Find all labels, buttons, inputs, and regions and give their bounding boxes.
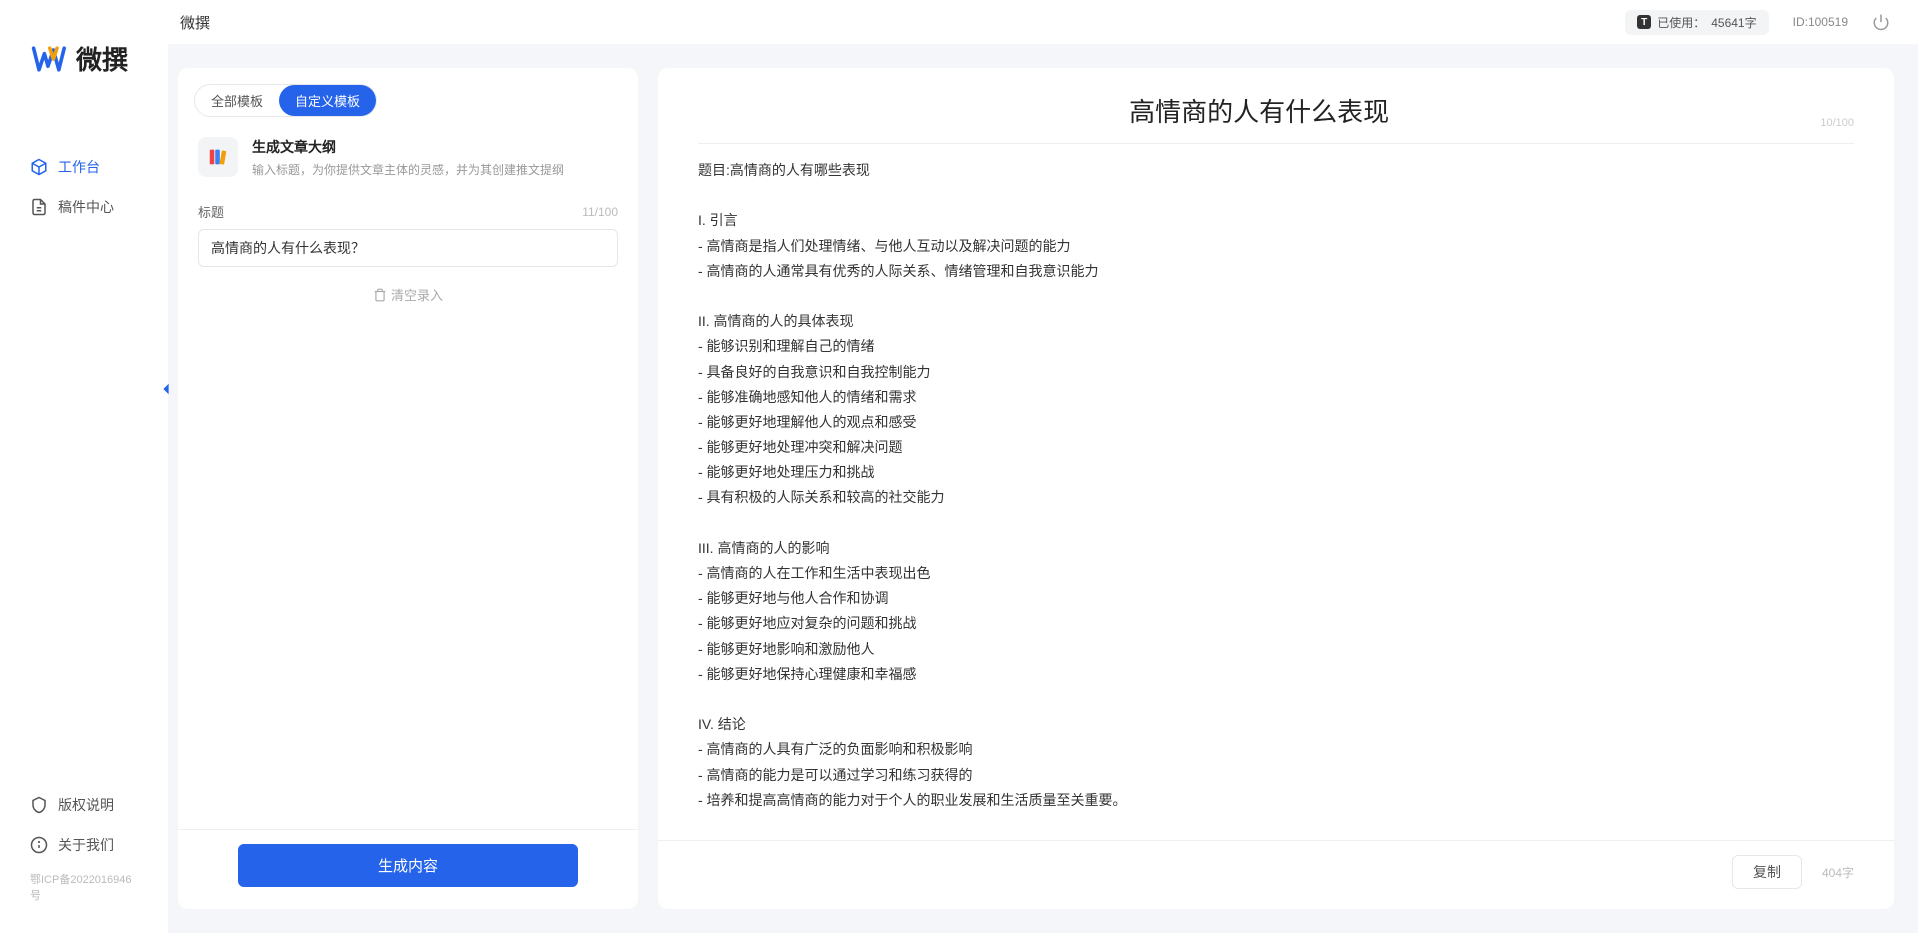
topbar-right: T 已使用： 45641字 ID:100519 bbox=[1625, 10, 1890, 35]
nav-label: 工作台 bbox=[58, 157, 100, 177]
generate-button[interactable]: 生成内容 bbox=[238, 844, 578, 887]
nav-drafts[interactable]: 稿件中心 bbox=[0, 187, 168, 227]
sidebar: 微撰 工作台 稿件中心 版权说明 关于我们 鄂ICP备2022016946号 bbox=[0, 0, 168, 933]
right-panel: 高情商的人有什么表现 10/100 题目:高情商的人有哪些表现 I. 引言 - … bbox=[658, 68, 1894, 909]
logo: 微撰 bbox=[0, 0, 168, 87]
generate-footer: 生成内容 bbox=[178, 829, 638, 909]
output-word-count: 404字 bbox=[1822, 864, 1854, 881]
nav-label: 关于我们 bbox=[58, 835, 114, 855]
tab-all-templates[interactable]: 全部模板 bbox=[195, 85, 279, 116]
clear-label: 清空录入 bbox=[391, 285, 443, 304]
title-char-count: 11/100 bbox=[582, 205, 618, 219]
title-input[interactable] bbox=[198, 229, 618, 267]
template-title: 生成文章大纲 bbox=[252, 137, 564, 157]
nav-main: 工作台 稿件中心 bbox=[0, 147, 168, 785]
icp-text: 鄂ICP备2022016946号 bbox=[0, 865, 168, 913]
cube-icon bbox=[30, 158, 48, 176]
t-icon: T bbox=[1637, 15, 1651, 29]
trash-icon bbox=[373, 288, 387, 302]
info-icon bbox=[30, 836, 48, 854]
nav-label: 版权说明 bbox=[58, 795, 114, 815]
usage-badge[interactable]: T 已使用： 45641字 bbox=[1625, 10, 1768, 35]
title-field-section: 标题 11/100 清空录入 bbox=[178, 188, 638, 318]
title-label: 标题 bbox=[198, 202, 224, 221]
main: 全部模板 自定义模板 生成文章大纲 输入标题，为你提供文章主体的灵感，并为其创建… bbox=[168, 44, 1918, 933]
left-panel: 全部模板 自定义模板 生成文章大纲 输入标题，为你提供文章主体的灵感，并为其创建… bbox=[178, 68, 638, 909]
nav-label: 稿件中心 bbox=[58, 197, 114, 217]
output-header: 高情商的人有什么表现 10/100 bbox=[658, 68, 1894, 137]
output-title: 高情商的人有什么表现 bbox=[698, 92, 1820, 129]
template-card: 生成文章大纲 输入标题，为你提供文章主体的灵感，并为其创建推文提纲 bbox=[178, 117, 638, 188]
topbar: 微撰 T 已使用： 45641字 ID:100519 bbox=[168, 0, 1918, 44]
template-desc: 输入标题，为你提供文章主体的灵感，并为其创建推文提纲 bbox=[252, 161, 564, 178]
logo-text: 微撰 bbox=[76, 40, 128, 77]
copy-button[interactable]: 复制 bbox=[1732, 855, 1802, 889]
sidebar-collapse-handle[interactable] bbox=[159, 374, 173, 404]
output-content[interactable]: 题目:高情商的人有哪些表现 I. 引言 - 高情商是指人们处理情绪、与他人互动以… bbox=[658, 144, 1894, 840]
logo-icon bbox=[30, 41, 66, 77]
template-tabs: 全部模板 自定义模板 bbox=[178, 68, 638, 117]
nav-workbench[interactable]: 工作台 bbox=[0, 147, 168, 187]
usage-value: 45641字 bbox=[1711, 14, 1756, 31]
nav-about[interactable]: 关于我们 bbox=[0, 825, 168, 865]
page-title: 微撰 bbox=[180, 12, 210, 33]
usage-prefix: 已使用： bbox=[1657, 14, 1705, 31]
nav-bottom: 版权说明 关于我们 鄂ICP备2022016946号 bbox=[0, 785, 168, 933]
output-title-count: 10/100 bbox=[1820, 117, 1854, 129]
document-icon bbox=[30, 198, 48, 216]
output-footer: 复制 404字 bbox=[658, 840, 1894, 909]
power-icon[interactable] bbox=[1872, 13, 1890, 31]
clear-input-button[interactable]: 清空录入 bbox=[198, 285, 618, 304]
shield-icon bbox=[30, 796, 48, 814]
tab-custom-templates[interactable]: 自定义模板 bbox=[279, 85, 376, 116]
books-icon bbox=[198, 137, 238, 177]
user-id: ID:100519 bbox=[1793, 15, 1848, 29]
nav-copyright[interactable]: 版权说明 bbox=[0, 785, 168, 825]
